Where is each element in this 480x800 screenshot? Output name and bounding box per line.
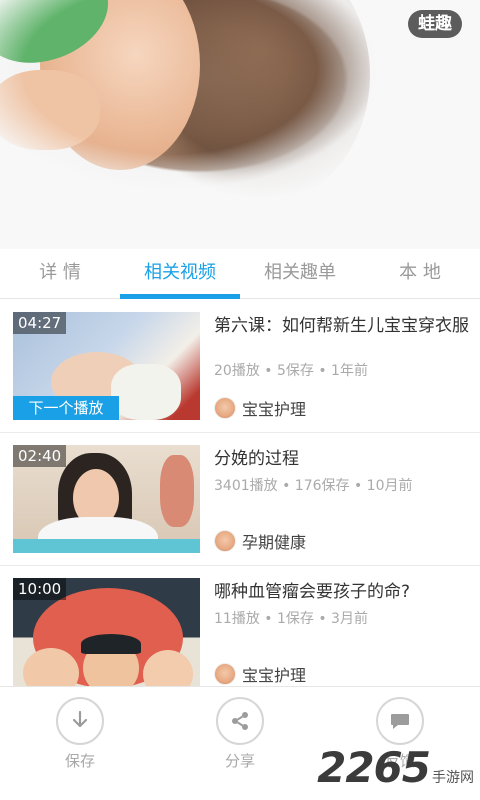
thumbnail-figure: [160, 455, 194, 527]
video-meta: 11播放 • 1保存 • 3月前: [214, 611, 368, 627]
watermark-number: 2265: [317, 743, 431, 792]
avatar: [214, 663, 236, 685]
video-thumbnail[interactable]: 10:00: [13, 578, 200, 686]
video-duration: 02:40: [13, 445, 67, 467]
share-icon: [216, 697, 264, 745]
video-list-item[interactable]: 02:40 分娩的过程 3401播放 • 176保存 • 10月前 孕期健康: [0, 433, 480, 566]
tab-details[interactable]: 详 情: [0, 249, 120, 298]
video-title[interactable]: 分娩的过程: [214, 447, 476, 471]
video-thumbnail[interactable]: 04:27 下一个播放: [13, 312, 200, 420]
author-name: 宝宝护理: [242, 666, 307, 685]
save-button[interactable]: 保存: [44, 697, 116, 771]
vignette-overlay: [0, 0, 480, 249]
brand-badge: 蛙趣: [408, 10, 462, 38]
video-duration: 10:00: [13, 578, 67, 600]
video-title[interactable]: 第六课：如何帮新生儿宝宝穿衣服: [214, 314, 476, 338]
tab-related-videos[interactable]: 相关视频: [120, 249, 240, 299]
video-author[interactable]: 宝宝护理: [214, 662, 306, 686]
video-list-item[interactable]: 10:00 哪种血管瘤会要孩子的命? 11播放 • 1保存 • 3月前 宝宝护理: [0, 566, 480, 686]
video-meta: 3401播放 • 176保存 • 10月前: [214, 478, 413, 494]
video-meta: 20播放 • 5保存 • 1年前: [214, 363, 368, 379]
thumbnail-figure: [81, 634, 141, 654]
avatar: [214, 530, 236, 552]
avatar: [214, 397, 236, 419]
site-watermark: 2265 手游网: [317, 743, 474, 792]
tab-bar: 详 情 相关视频 相关趣单 本 地: [0, 249, 480, 299]
watermark-site: 手游网: [432, 770, 474, 786]
bottom-action-bar: 保存 分享 反馈 2265 手游网: [0, 686, 480, 800]
related-video-list: 04:27 下一个播放 第六课：如何帮新生儿宝宝穿衣服 20播放 • 5保存 •…: [0, 300, 480, 686]
video-player[interactable]: 蛙趣: [0, 0, 480, 249]
video-thumbnail[interactable]: 02:40: [13, 445, 200, 553]
author-name: 孕期健康: [242, 533, 307, 552]
feedback-icon: [376, 697, 424, 745]
thumbnail-figure: [111, 364, 181, 420]
share-button[interactable]: 分享: [204, 697, 276, 771]
download-icon: [56, 697, 104, 745]
save-label: 保存: [64, 752, 95, 770]
thumbnail-figure: [143, 650, 193, 686]
author-name: 宝宝护理: [242, 400, 307, 419]
thumbnail-figure: [13, 539, 200, 553]
video-title[interactable]: 哪种血管瘤会要孩子的命?: [214, 580, 476, 604]
video-author[interactable]: 宝宝护理: [214, 396, 306, 420]
tab-local[interactable]: 本 地: [360, 249, 480, 298]
video-duration: 04:27: [13, 312, 67, 334]
video-author[interactable]: 孕期健康: [214, 529, 306, 553]
play-next-label[interactable]: 下一个播放: [13, 396, 119, 420]
tab-related-lists[interactable]: 相关趣单: [240, 249, 360, 298]
share-label: 分享: [224, 752, 255, 770]
video-list-item[interactable]: 04:27 下一个播放 第六课：如何帮新生儿宝宝穿衣服 20播放 • 5保存 •…: [0, 300, 480, 433]
app-root: 蛙趣 详 情 相关视频 相关趣单 本 地 04:27 下一个播放 第六课：如何帮…: [0, 0, 480, 800]
